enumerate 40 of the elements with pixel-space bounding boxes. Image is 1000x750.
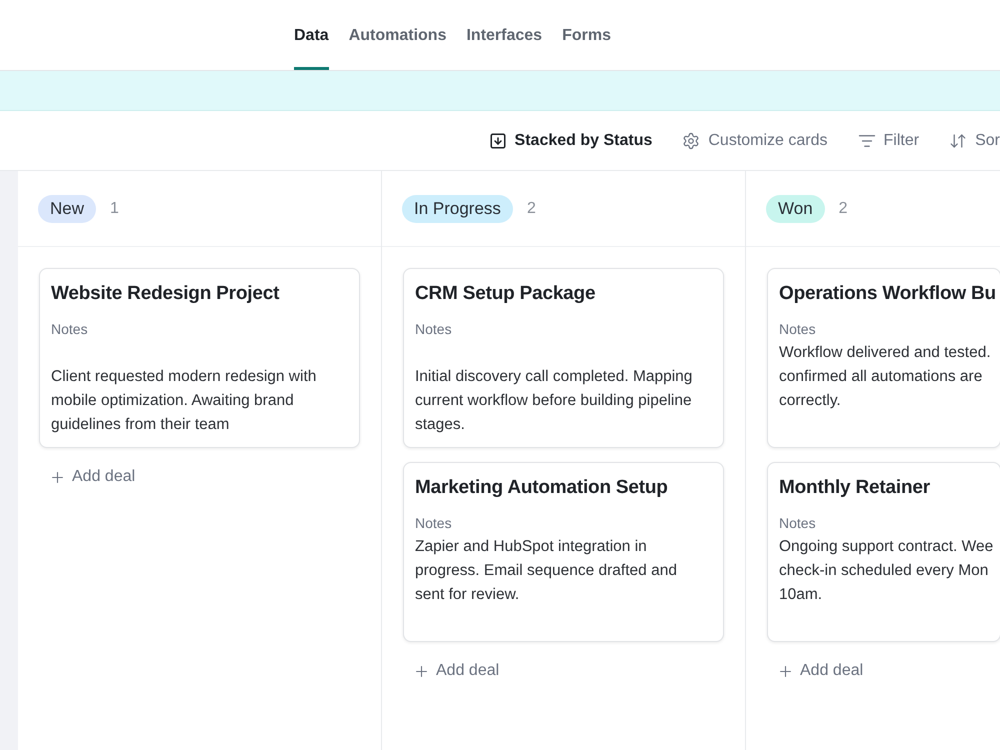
tab[interactable]: Data bbox=[294, 0, 329, 70]
tab[interactable]: Automations bbox=[348, 0, 446, 70]
notes-label: Notes bbox=[779, 514, 816, 533]
card-title: Monthly Retainer bbox=[779, 476, 930, 500]
deal-card[interactable]: Monthly Retainer Notes Ongoing support contract. Wee check-in scheduled every Mon 10am. bbox=[767, 462, 1000, 642]
add-deal-button[interactable]: Add deal bbox=[777, 661, 864, 681]
download-box-icon bbox=[488, 132, 507, 150]
card-title: Website Redesign Project bbox=[51, 282, 280, 306]
card-title: CRM Setup Package bbox=[415, 282, 596, 306]
tab[interactable]: Forms bbox=[562, 0, 611, 70]
deal-card[interactable]: Operations Workflow Bu Notes Workflow delivered and tested. confirmed all automations are correctly. bbox=[767, 268, 1000, 448]
card-count: 2 bbox=[838, 198, 848, 218]
toolbar-button[interactable]: Stacked by Status bbox=[488, 128, 652, 152]
deal-card[interactable]: Website Redesign Project Notes Client requested modern redesign with mobile optimization. Awaiting brand guidelines from their team bbox=[39, 268, 360, 448]
card-count: 2 bbox=[526, 198, 536, 218]
notes-label: Notes bbox=[779, 320, 816, 339]
status-pill: In Progress bbox=[402, 194, 513, 222]
card-title: Operations Workflow Bu bbox=[779, 282, 996, 306]
add-deal-button[interactable]: Add deal bbox=[49, 467, 136, 487]
card-count: 1 bbox=[110, 198, 119, 218]
status-pill: Won bbox=[766, 194, 825, 222]
toolbar-button[interactable]: Sor bbox=[949, 128, 1000, 152]
notes-label: Notes bbox=[415, 514, 452, 533]
status-pill: New bbox=[38, 194, 96, 222]
card-notes: Zapier and HubSpot integration in progress. Email sequence drafted and sent for review. bbox=[415, 537, 677, 605]
notes-label: Notes bbox=[415, 320, 452, 339]
gear-icon bbox=[682, 132, 700, 150]
card-notes: Client requested modern redesign with mobile optimization. Awaiting brand guidelines from their team bbox=[51, 367, 316, 435]
tab[interactable]: Interfaces bbox=[466, 0, 542, 70]
card-notes: Workflow delivered and tested. confirmed all automations are correctly. bbox=[779, 343, 991, 411]
toolbar-button[interactable]: Customize cards bbox=[682, 128, 828, 152]
notes-label: Notes bbox=[51, 320, 88, 339]
sort-icon bbox=[949, 132, 968, 150]
toolbar-button[interactable]: Filter bbox=[858, 128, 920, 152]
card-notes: Initial discovery call completed. Mapping current workflow before building pipeline stages. bbox=[415, 367, 692, 435]
deal-card[interactable]: Marketing Automation Setup Notes Zapier and HubSpot integration in progress. Email sequence drafted and sent for review. bbox=[403, 462, 724, 642]
deal-card[interactable]: CRM Setup Package Notes Initial discovery call completed. Mapping current workflow before building pipeline stages. bbox=[403, 268, 724, 448]
card-title: Marketing Automation Setup bbox=[415, 476, 668, 500]
card-notes: Ongoing support contract. Wee check-in scheduled every Mon 10am. bbox=[779, 537, 994, 605]
add-deal-button[interactable]: Add deal bbox=[413, 661, 500, 681]
